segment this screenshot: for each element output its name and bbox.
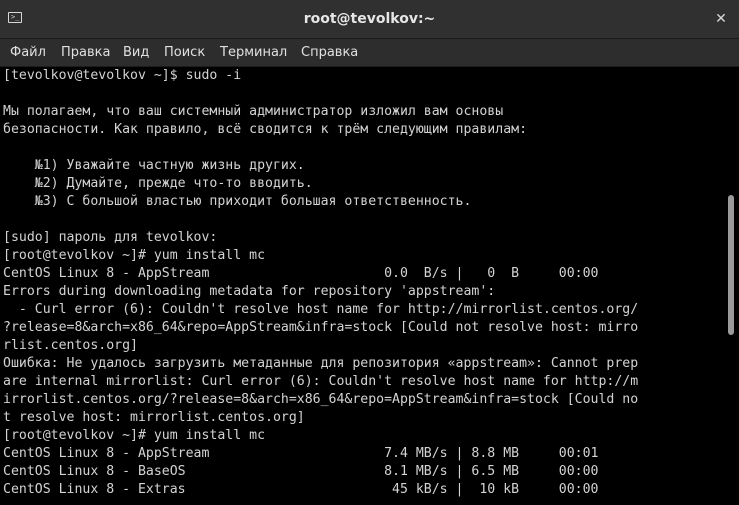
terminal-line: CentOS Linux 8 - Extras 45 kB/s | 10 kB …	[3, 482, 599, 497]
close-icon[interactable]: ✕	[713, 11, 729, 27]
menu-bar: Файл Правка Вид Поиск Терминал Справка	[0, 39, 739, 67]
terminal-line: [tevolkov@tevolkov ~]$ sudo -i	[3, 68, 242, 83]
terminal-line: CentOS Linux 8 - AppStream 7.4 MB/s | 8.…	[3, 446, 599, 461]
menu-help[interactable]: Справка	[301, 39, 358, 66]
terminal-line: Мы полагаем, что ваш системный администр…	[3, 104, 504, 119]
terminal-line: irrorlist.centos.org/?release=8&arch=x86…	[3, 392, 639, 407]
menu-edit[interactable]: Правка	[61, 39, 110, 66]
terminal-line: Errors during downloading metadata for r…	[3, 284, 496, 299]
terminal-line: [root@tevolkov ~]# yum install mc	[3, 428, 266, 443]
title-bar[interactable]: >_ root@tevolkov:~ ✕	[0, 0, 739, 39]
terminal-line: rlist.centos.org]	[3, 338, 138, 353]
terminal-line: CentOS Linux 8 - AppStream 0.0 B/s | 0 B…	[3, 266, 599, 281]
terminal-line: are internal mirrorlist: Curl error (6):…	[3, 374, 639, 389]
menu-view[interactable]: Вид	[123, 39, 149, 66]
terminal-line: [root@tevolkov ~]# yum install mc	[3, 248, 266, 263]
scrollbar-thumb[interactable]	[728, 195, 734, 335]
terminal-line: №1) Уважайте частную жизнь других.	[3, 158, 305, 173]
menu-file[interactable]: Файл	[10, 39, 46, 66]
terminal-line: - Curl error (6): Couldn't resolve host …	[3, 302, 639, 317]
terminal-line: [sudo] пароль для tevolkov:	[3, 230, 218, 245]
terminal-line: безопасности. Как правило, всё сводится …	[3, 122, 528, 137]
terminal-window: >_ root@tevolkov:~ ✕ Файл Правка Вид Пои…	[0, 0, 739, 505]
terminal-line: Ошибка: Не удалось загрузить метаданные …	[3, 356, 639, 371]
terminal-line: №3) С большой властью приходит большая о…	[3, 194, 472, 209]
window-title: root@tevolkov:~	[303, 11, 436, 27]
terminal-line: t resolve host: mirrorlist.centos.org]	[3, 410, 305, 425]
menu-search[interactable]: Поиск	[164, 39, 205, 66]
terminal-output[interactable]: [tevolkov@tevolkov ~]$ sudo -i Мы полага…	[0, 67, 724, 505]
vertical-scrollbar[interactable]	[724, 67, 739, 505]
menu-terminal[interactable]: Терминал	[220, 39, 287, 66]
terminal-line: №2) Думайте, прежде что-то вводить.	[3, 176, 313, 191]
terminal-line: ?release=8&arch=x86_64&repo=AppStream&in…	[3, 320, 639, 335]
terminal-line: CentOS Linux 8 - BaseOS 8.1 MB/s | 6.5 M…	[3, 464, 599, 479]
